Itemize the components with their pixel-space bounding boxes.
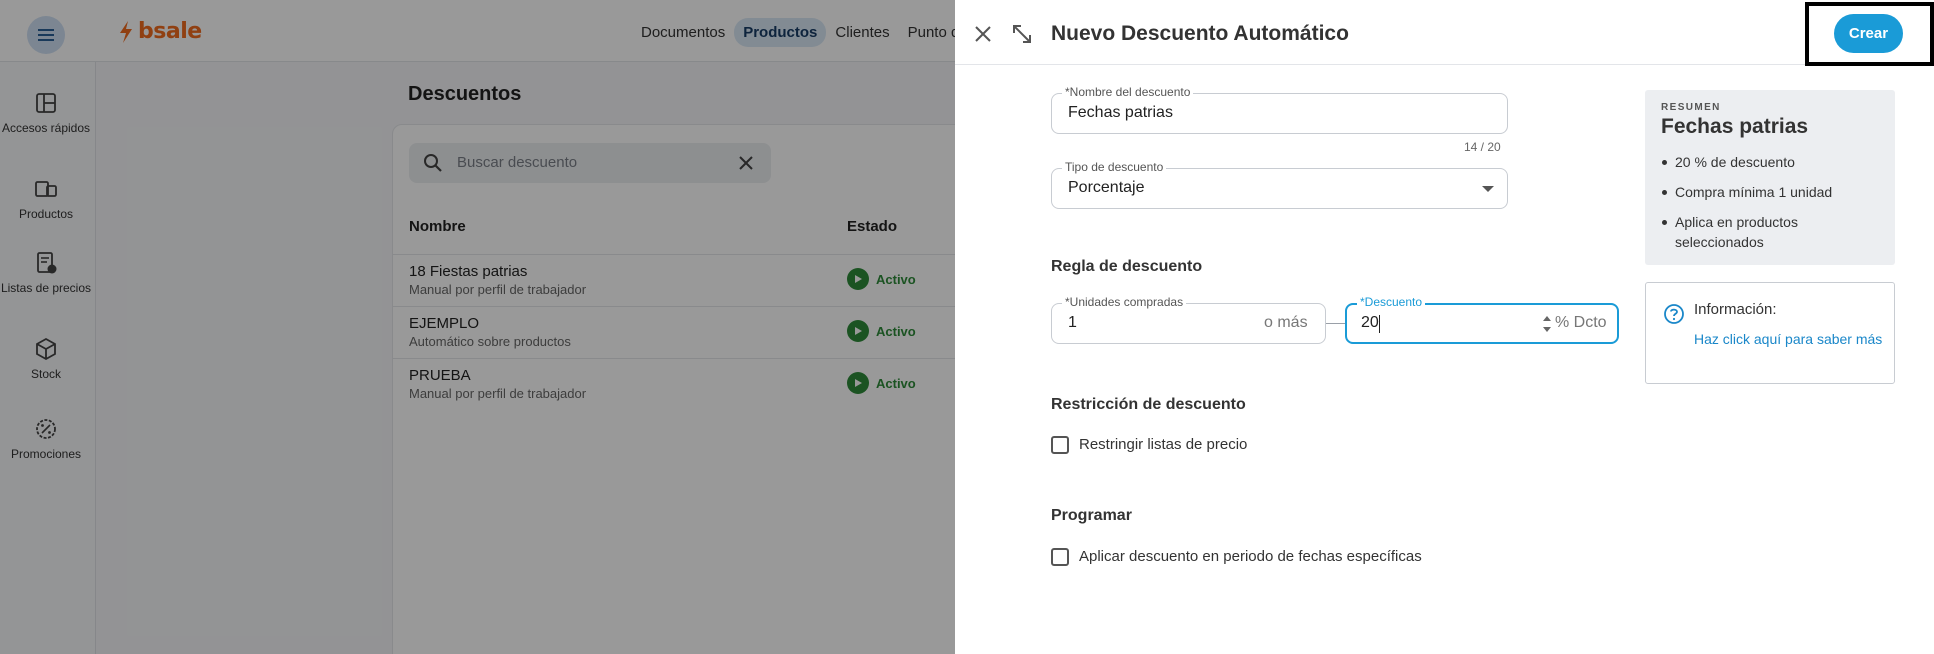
discount-name-field[interactable]: *Nombre del descuento Fechas patrias: [1051, 85, 1508, 134]
list-item: Aplica en productos seleccionados: [1661, 212, 1881, 252]
discount-type-select[interactable]: Tipo de descuento Porcentaje: [1051, 160, 1508, 209]
restrict-price-lists-checkbox[interactable]: [1051, 436, 1069, 454]
summary-panel: RESUMEN Fechas patrias 20 % de descuento…: [1645, 90, 1895, 265]
summary-kicker: RESUMEN: [1661, 102, 1721, 113]
field-label: *Nombre del descuento: [1062, 85, 1194, 99]
field-value: Fechas patrias: [1068, 104, 1173, 121]
field-value: 20: [1361, 314, 1379, 331]
connector-line: [1326, 323, 1345, 324]
checkbox-label[interactable]: Aplicar descuento en periodo de fechas e…: [1079, 548, 1422, 565]
list-item: 20 % de descuento: [1661, 152, 1881, 172]
learn-more-link[interactable]: Haz click aquí para saber más: [1694, 329, 1884, 349]
rule-section-title: Regla de descuento: [1051, 258, 1203, 275]
text-cursor: [1379, 315, 1380, 333]
summary-list: 20 % de descuento Compra mínima 1 unidad…: [1661, 152, 1881, 262]
expand-button[interactable]: [1009, 21, 1035, 47]
field-suffix: o más: [1264, 314, 1308, 331]
field-label: Tipo de descuento: [1062, 160, 1167, 174]
date-range-checkbox[interactable]: [1051, 548, 1069, 566]
expand-icon: [1013, 25, 1031, 43]
drawer-title: Nuevo Descuento Automático: [1051, 22, 1349, 45]
info-panel: Información: Haz click aquí para saber m…: [1645, 282, 1895, 384]
help-circle-icon: [1664, 304, 1684, 324]
close-button[interactable]: [971, 22, 995, 46]
character-counter: 14 / 20: [1464, 140, 1501, 154]
modal-overlay[interactable]: [0, 0, 955, 654]
field-value: 1: [1068, 314, 1077, 331]
checkbox-label[interactable]: Restringir listas de precio: [1079, 436, 1247, 453]
units-purchased-field[interactable]: *Unidades compradas 1 o más: [1051, 295, 1326, 344]
restriction-section-title: Restricción de descuento: [1051, 396, 1246, 413]
drawer-header: Nuevo Descuento Automático: [955, 4, 1934, 65]
field-value: Porcentaje: [1068, 179, 1145, 196]
info-title: Información:: [1694, 301, 1777, 318]
field-suffix: % Dcto: [1555, 314, 1607, 331]
discount-percent-field[interactable]: *Descuento 20 % Dcto: [1345, 295, 1619, 344]
list-item: Compra mínima 1 unidad: [1661, 182, 1881, 202]
chevron-down-icon: [1482, 186, 1494, 192]
create-button[interactable]: Crear: [1834, 14, 1903, 53]
schedule-section-title: Programar: [1051, 507, 1132, 524]
summary-title: Fechas patrias: [1661, 115, 1809, 138]
close-icon: [975, 26, 991, 42]
field-label: *Descuento: [1357, 295, 1426, 309]
field-label: *Unidades compradas: [1062, 295, 1187, 309]
stepper-arrows-icon[interactable]: [1542, 313, 1552, 335]
